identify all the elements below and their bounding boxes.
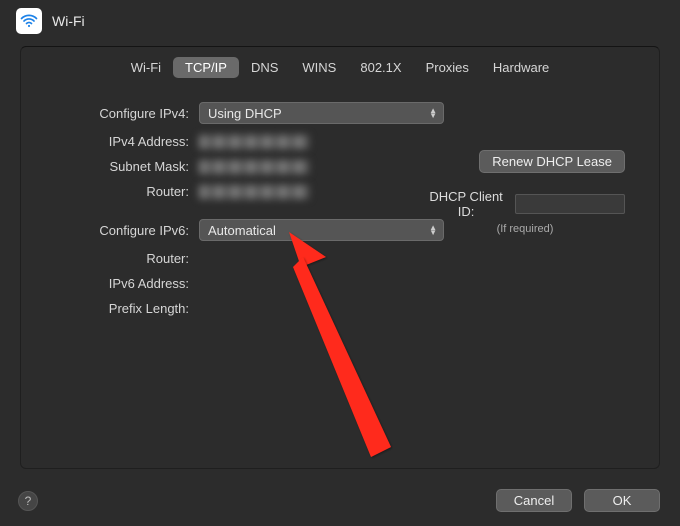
chevron-updown-icon: ▲▼ [429,108,437,118]
footer: ? Cancel OK [18,489,660,512]
tab-proxies[interactable]: Proxies [414,57,481,78]
tab-8021x[interactable]: 802.1X [348,57,413,78]
configure-ipv4-label: Configure IPv4: [39,106,199,121]
window-title: Wi-Fi [52,13,85,29]
ok-button[interactable]: OK [584,489,660,512]
window-header: Wi-Fi [0,0,680,42]
configure-ipv6-select[interactable]: Automatical ▲▼ [199,219,444,241]
tabs: Wi-Fi TCP/IP DNS WINS 802.1X Proxies Har… [39,57,641,78]
tab-wifi[interactable]: Wi-Fi [119,57,173,78]
tab-wins[interactable]: WINS [290,57,348,78]
settings-panel: Wi-Fi TCP/IP DNS WINS 802.1X Proxies Har… [20,46,660,469]
configure-ipv4-value: Using DHCP [208,106,282,121]
configure-ipv4-select[interactable]: Using DHCP ▲▼ [199,102,444,124]
tab-hardware[interactable]: Hardware [481,57,561,78]
ipv6-address-label: IPv6 Address: [39,276,199,291]
subnet-mask-label: Subnet Mask: [39,159,199,174]
dhcp-client-id-label: DHCP Client ID: [425,189,507,219]
router-label: Router: [39,184,199,199]
help-button[interactable]: ? [18,491,38,511]
cancel-button[interactable]: Cancel [496,489,572,512]
configure-ipv6-label: Configure IPv6: [39,223,199,238]
ipv4-address-label: IPv4 Address: [39,134,199,149]
configure-ipv6-value: Automatical [208,223,276,238]
subnet-mask-value [199,160,309,174]
dhcp-hint: (If required) [425,223,625,235]
ipv4-address-value [199,135,309,149]
wifi-icon [16,8,42,34]
dhcp-client-id-input[interactable] [515,194,625,214]
tab-tcpip[interactable]: TCP/IP [173,57,239,78]
router6-label: Router: [39,251,199,266]
renew-dhcp-lease-button[interactable]: Renew DHCP Lease [479,150,625,173]
prefix-length-label: Prefix Length: [39,301,199,316]
router-value [199,185,309,199]
tab-dns[interactable]: DNS [239,57,290,78]
